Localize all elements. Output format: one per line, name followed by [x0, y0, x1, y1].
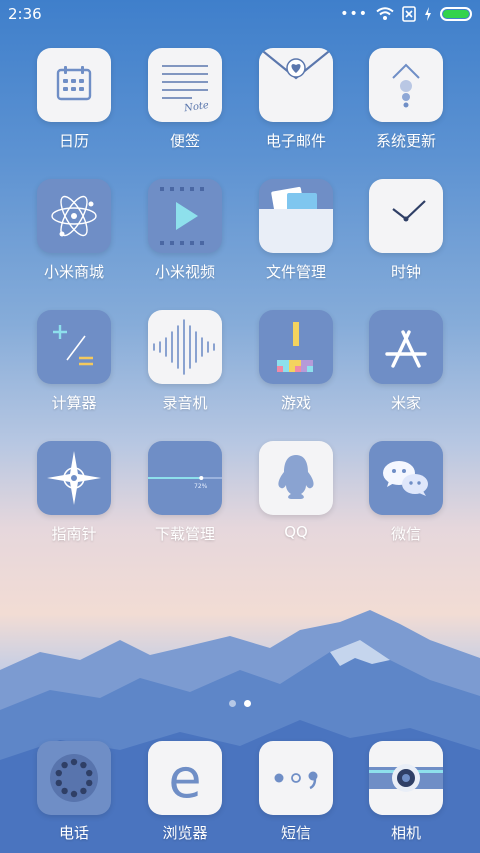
page-indicator[interactable] — [0, 700, 480, 707]
app-label: 小米商城 — [43, 263, 104, 281]
calendar-icon — [37, 48, 111, 122]
app-mi-video[interactable]: 小米视频 — [130, 179, 240, 282]
app-games[interactable]: 游戏 — [241, 310, 351, 413]
app-label: 游戏 — [280, 394, 311, 412]
browser-glyph: e — [168, 747, 201, 810]
app-label: 浏览器 — [162, 824, 208, 842]
download-progress-icon: 72% — [148, 441, 222, 515]
page-dot[interactable] — [229, 700, 236, 707]
dock-phone[interactable]: 电话 — [19, 741, 129, 843]
app-clock[interactable]: 时钟 — [351, 179, 461, 282]
dock-browser[interactable]: e 浏览器 — [130, 741, 240, 843]
app-label: 计算器 — [51, 394, 97, 412]
app-label: 微信 — [390, 525, 421, 543]
app-system-update[interactable]: 系统更新 — [351, 48, 461, 151]
app-label: 相机 — [390, 824, 421, 842]
app-store-icon — [369, 310, 443, 384]
update-icon — [369, 48, 443, 122]
app-grid: 日历 Note 便签 电子邮件 系统更新 小米商城 小米视频 文件管理 时钟 计… — [0, 0, 480, 600]
app-email[interactable]: 电子邮件 — [241, 48, 351, 151]
tetris-icon — [259, 310, 333, 384]
app-label: 指南针 — [51, 525, 97, 543]
app-download-manager[interactable]: 72% 下载管理 — [130, 441, 240, 544]
email-icon — [259, 48, 333, 122]
app-wechat[interactable]: 微信 — [351, 441, 461, 544]
qq-penguin-icon — [259, 441, 333, 515]
video-play-icon — [148, 179, 222, 253]
app-label: 电子邮件 — [265, 132, 326, 150]
calculator-icon — [37, 310, 111, 384]
app-label: 小米视频 — [154, 263, 215, 281]
app-label: 便签 — [169, 132, 200, 150]
notes-icon: Note — [148, 48, 222, 122]
app-label: 文件管理 — [265, 263, 326, 281]
download-progress-text: 72% — [194, 483, 208, 490]
app-label: 短信 — [280, 824, 311, 842]
camera-icon — [369, 741, 443, 815]
browser-icon: e — [148, 741, 222, 815]
app-label: QQ — [284, 523, 308, 541]
dock-messages[interactable]: 短信 — [241, 741, 351, 843]
app-qq[interactable]: QQ — [241, 441, 351, 541]
folder-icon — [259, 179, 333, 253]
compass-icon — [37, 441, 111, 515]
note-icon-text: Note — [183, 100, 210, 114]
app-calendar[interactable]: 日历 — [19, 48, 129, 151]
app-notes[interactable]: Note 便签 — [130, 48, 240, 151]
app-label: 录音机 — [162, 394, 208, 412]
dock-camera[interactable]: 相机 — [351, 741, 461, 843]
app-mi-store[interactable]: 小米商城 — [19, 179, 129, 282]
app-label: 电话 — [58, 824, 89, 842]
app-label: 米家 — [390, 394, 421, 412]
app-label: 下载管理 — [154, 525, 215, 543]
atom-icon — [37, 179, 111, 253]
page-dot-active[interactable] — [244, 700, 251, 707]
app-label: 日历 — [58, 132, 89, 150]
app-calculator[interactable]: 计算器 — [19, 310, 129, 413]
app-label: 时钟 — [390, 263, 421, 281]
app-compass[interactable]: 指南针 — [19, 441, 129, 544]
phone-dial-icon — [37, 741, 111, 815]
app-file-manager[interactable]: 文件管理 — [241, 179, 351, 282]
app-recorder[interactable]: 录音机 — [130, 310, 240, 413]
wechat-icon — [369, 441, 443, 515]
app-label: 系统更新 — [375, 132, 436, 150]
clock-icon — [369, 179, 443, 253]
app-mijia[interactable]: 米家 — [351, 310, 461, 413]
sound-wave-icon — [148, 310, 222, 384]
messages-icon — [259, 741, 333, 815]
